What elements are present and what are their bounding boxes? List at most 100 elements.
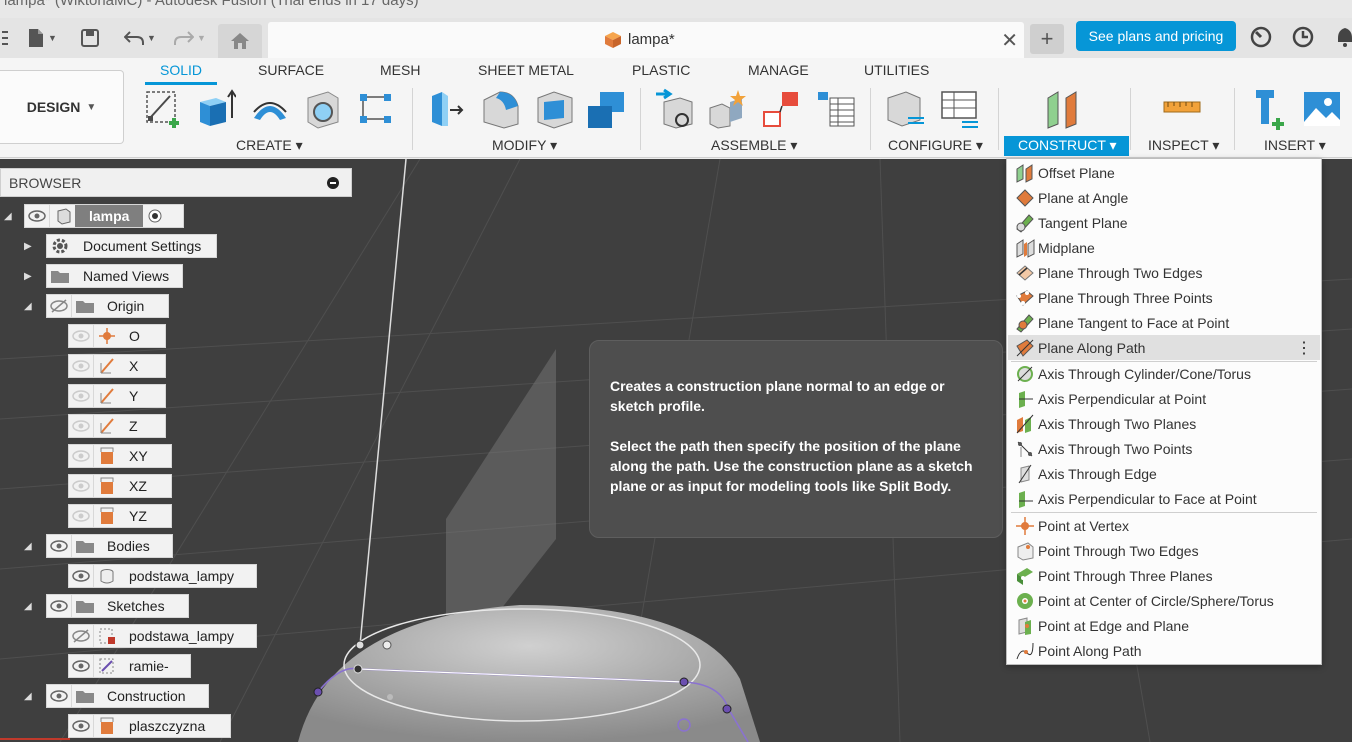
extensions-icon[interactable]	[1250, 26, 1272, 48]
menu-item-point-at-vertex[interactable]: Point at Vertex	[1008, 513, 1320, 538]
job-status-clock-icon[interactable]	[1292, 26, 1314, 48]
insert-canvas-icon[interactable]	[1302, 88, 1342, 130]
browser-item-z-axis[interactable]: Z	[68, 414, 166, 438]
home-tab[interactable]	[218, 24, 262, 58]
visibility-eye-icon[interactable]	[69, 445, 93, 467]
visibility-eye-icon[interactable]	[69, 715, 93, 737]
collapse-arrow-icon[interactable]: ◢	[24, 601, 34, 612]
sketch-point[interactable]	[355, 640, 365, 650]
bill-of-materials-icon[interactable]	[816, 88, 856, 130]
visibility-eye-icon[interactable]	[69, 325, 93, 347]
save-button[interactable]	[78, 26, 102, 50]
hidden-eye-icon[interactable]	[69, 625, 93, 647]
menu-item-point-at-center[interactable]: Point at Center of Circle/Sphere/Torus	[1008, 588, 1320, 613]
create-menu[interactable]: CREATE ▾	[236, 137, 303, 154]
sketch-point[interactable]	[382, 640, 392, 650]
revolve-icon[interactable]	[250, 88, 290, 130]
joint-icon[interactable]	[708, 88, 748, 130]
browser-root-lampa[interactable]: lampa	[24, 204, 184, 228]
notifications-bell-icon[interactable]	[1334, 26, 1352, 48]
shell-icon[interactable]	[534, 88, 574, 130]
browser-item-y-axis[interactable]: Y	[68, 384, 166, 408]
tab-sheet-metal[interactable]: SHEET METAL	[478, 62, 574, 78]
undo-button[interactable]: ▼	[120, 26, 160, 50]
insert-mcmaster-icon[interactable]	[1250, 88, 1290, 130]
menu-item-plane-along-path[interactable]: Plane Along Path ⋮	[1008, 335, 1320, 360]
tab-manage[interactable]: MANAGE	[748, 62, 809, 78]
browser-item-yz-plane[interactable]: YZ	[68, 504, 172, 528]
menu-item-point-through-three-planes[interactable]: Point Through Three Planes	[1008, 563, 1320, 588]
redo-button[interactable]: ▼	[170, 26, 210, 50]
create-sketch-icon[interactable]	[144, 88, 184, 130]
as-built-joint-icon[interactable]	[762, 88, 802, 130]
tab-surface[interactable]: SURFACE	[258, 62, 324, 78]
sketch-point[interactable]	[313, 687, 323, 697]
browser-item-document-settings[interactable]: Document Settings	[46, 234, 217, 258]
fillet-icon[interactable]	[480, 88, 520, 130]
extrude-icon[interactable]	[196, 88, 236, 130]
tab-utilities[interactable]: UTILITIES	[864, 62, 929, 78]
menu-item-midplane[interactable]: Midplane	[1008, 235, 1320, 260]
construct-offset-plane-icon[interactable]	[1044, 88, 1084, 130]
visibility-eye-icon[interactable]	[69, 475, 93, 497]
insert-menu[interactable]: INSERT ▾	[1264, 137, 1326, 154]
menu-item-plane-through-two-edges[interactable]: Plane Through Two Edges	[1008, 260, 1320, 285]
menu-item-offset-plane[interactable]: Offset Plane	[1008, 160, 1320, 185]
browser-item-origin-point[interactable]: O	[68, 324, 166, 348]
browser-item-origin[interactable]: Origin	[46, 294, 169, 318]
tab-mesh[interactable]: MESH	[380, 62, 420, 78]
document-tab[interactable]: lampa* ✕	[268, 22, 1024, 58]
visibility-eye-icon[interactable]	[47, 685, 71, 707]
menu-item-point-through-two-edges[interactable]: Point Through Two Edges	[1008, 538, 1320, 563]
visibility-eye-icon[interactable]	[69, 565, 93, 587]
close-tab-icon[interactable]: ✕	[1001, 28, 1018, 53]
activate-radio-icon[interactable]	[143, 205, 167, 227]
collapse-arrow-icon[interactable]: ◢	[4, 211, 14, 222]
configuration-table-icon[interactable]	[940, 88, 980, 130]
menu-item-plane-tangent-to-face-at-point[interactable]: Plane Tangent to Face at Point	[1008, 310, 1320, 335]
browser-item-named-views[interactable]: Named Views	[46, 264, 183, 288]
menu-item-axis-perpendicular-at-point[interactable]: Axis Perpendicular at Point	[1008, 386, 1320, 411]
menu-item-point-along-path[interactable]: Point Along Path	[1008, 638, 1320, 663]
inspect-menu[interactable]: INSPECT ▾	[1148, 137, 1219, 154]
menu-item-plane-at-angle[interactable]: Plane at Angle	[1008, 185, 1320, 210]
construct-menu[interactable]: CONSTRUCT ▾	[1004, 136, 1129, 156]
new-tab-button[interactable]: +	[1030, 24, 1064, 54]
configure-menu[interactable]: CONFIGURE ▾	[888, 137, 983, 154]
modify-menu[interactable]: MODIFY ▾	[492, 137, 557, 154]
sketch-point[interactable]	[722, 704, 732, 714]
tab-plastic[interactable]: PLASTIC	[632, 62, 690, 78]
see-plans-button[interactable]: See plans and pricing	[1076, 21, 1236, 51]
collapse-arrow-icon[interactable]: ◢	[24, 301, 34, 312]
expand-arrow-icon[interactable]: ▶	[24, 241, 34, 252]
menu-item-axis-through-two-points[interactable]: Axis Through Two Points	[1008, 436, 1320, 461]
collapse-arrow-icon[interactable]: ◢	[24, 691, 34, 702]
press-pull-icon[interactable]	[426, 88, 466, 130]
visibility-eye-icon[interactable]	[69, 505, 93, 527]
browser-item-x-axis[interactable]: X	[68, 354, 166, 378]
visibility-eye-icon[interactable]	[25, 205, 49, 227]
visibility-eye-icon[interactable]	[69, 385, 93, 407]
tab-solid[interactable]: SOLID	[160, 62, 202, 78]
menu-item-plane-through-three-points[interactable]: Plane Through Three Points	[1008, 285, 1320, 310]
visibility-eye-icon[interactable]	[69, 655, 93, 677]
assemble-menu[interactable]: ASSEMBLE ▾	[711, 137, 797, 154]
pattern-icon[interactable]	[356, 88, 396, 130]
browser-item-sketch[interactable]: podstawa_lampy	[68, 624, 257, 648]
menu-item-axis-through-edge[interactable]: Axis Through Edge	[1008, 461, 1320, 486]
configure-model-icon[interactable]	[886, 88, 926, 130]
combine-icon[interactable]	[586, 88, 626, 130]
menu-item-axis-through-cylinder[interactable]: Axis Through Cylinder/Cone/Torus	[1008, 361, 1320, 386]
browser-item-xy-plane[interactable]: XY	[68, 444, 172, 468]
browser-item-xz-plane[interactable]: XZ	[68, 474, 172, 498]
visibility-eye-icon[interactable]	[47, 595, 71, 617]
collapse-browser-icon[interactable]	[327, 177, 339, 189]
browser-item-sketch[interactable]: ramie-	[68, 654, 191, 678]
measure-icon[interactable]	[1162, 88, 1202, 130]
browser-item-construction[interactable]: Construction	[46, 684, 209, 708]
menu-item-point-at-edge-and-plane[interactable]: Point at Edge and Plane	[1008, 613, 1320, 638]
browser-item-sketches[interactable]: Sketches	[46, 594, 189, 618]
file-menu-button[interactable]: ▼	[24, 26, 60, 50]
sketch-point[interactable]	[387, 694, 393, 700]
visibility-eye-icon[interactable]	[47, 535, 71, 557]
